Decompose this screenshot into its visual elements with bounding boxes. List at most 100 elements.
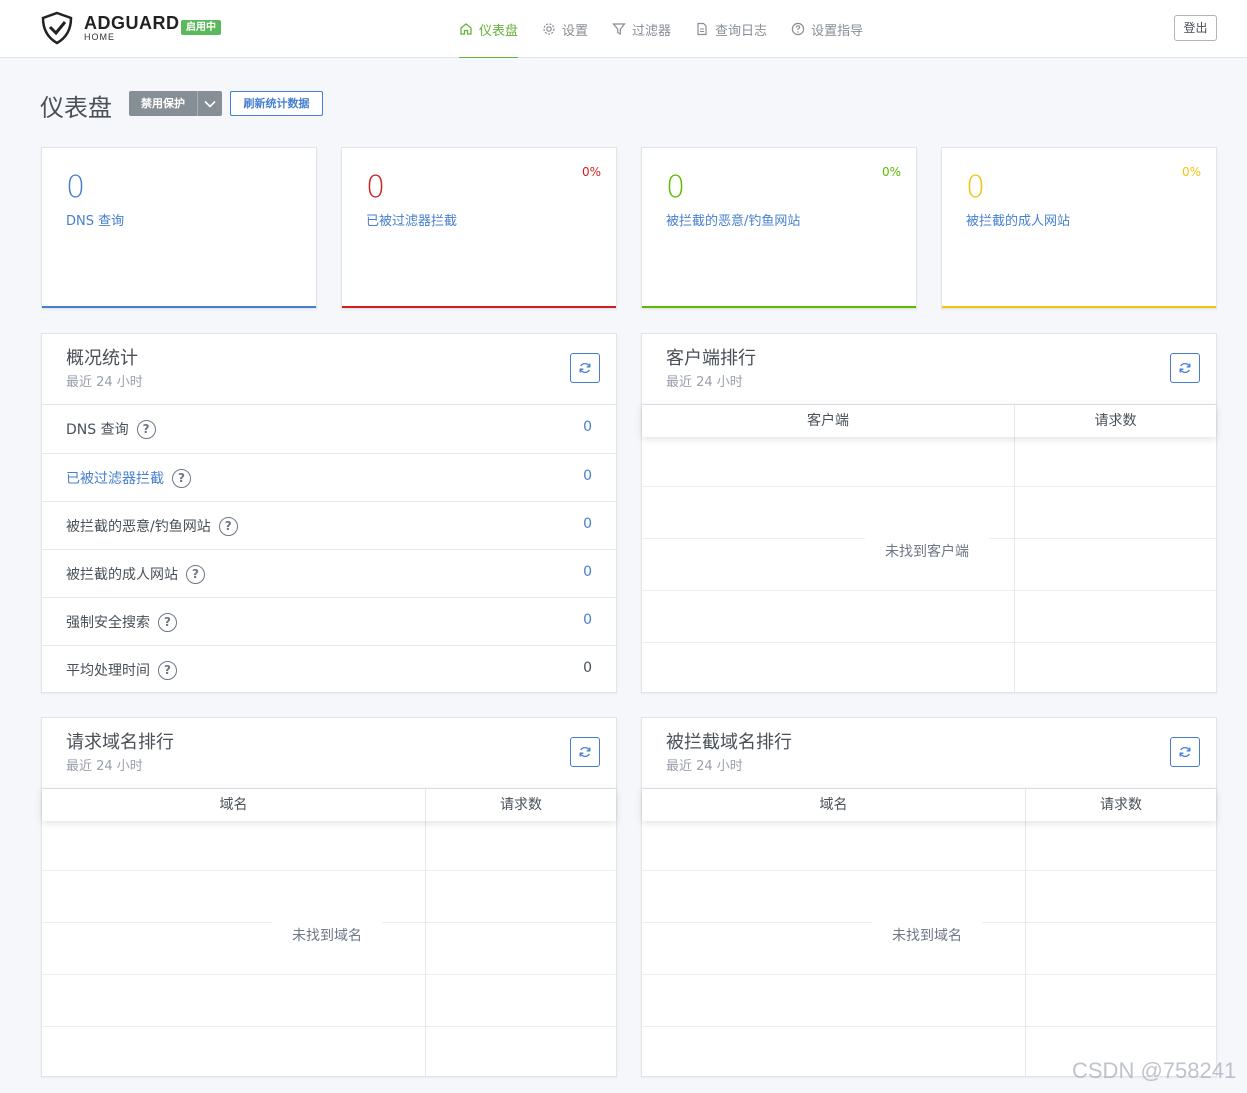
stat-bar [42,306,316,308]
disable-protection-label[interactable]: 禁用保护 [129,91,197,116]
refresh-icon [579,746,591,758]
row-label-text[interactable]: 已被过滤器拦截 [66,468,164,488]
stat-percent: 0% [1181,165,1201,179]
help-icon [791,22,805,36]
overview-stats-panel: 概况统计 最近 24 小时 DNS 查询? 0 已被过滤器拦截? 0 被拦截的恶… [41,333,617,693]
panel-title: 请求域名排行 [66,732,174,753]
stat-label[interactable]: 被拦截的恶意/钓鱼网站 [666,210,800,229]
row-value: 0 [583,468,592,484]
nav-settings-label: 设置 [562,23,589,39]
brand-subtitle: HOME [84,32,115,42]
stat-value: 0 [366,170,386,205]
panel-subtitle: 最近 24 小时 [66,759,143,774]
row-label-text: 强制安全搜索 [66,615,150,631]
question-icon[interactable]: ? [136,419,156,439]
column-header-domain[interactable]: 域名 [642,789,1025,821]
column-divider [1025,821,1026,1076]
column-divider [1014,437,1015,692]
stats-row: DNS 查询? 0 [42,405,616,453]
disable-protection-button[interactable]: 禁用保护 [129,91,222,116]
empty-message: 未找到域名 [272,921,382,951]
main-nav: 仪表盘 设置 过滤器 查询日志 设置指导 [459,0,887,58]
row-value: 0 [583,516,592,532]
row-label: 强制安全搜索? [66,612,177,632]
row-value: 0 [583,419,592,435]
table-row-line [42,1026,616,1027]
stats-row: 被拦截的成人网站? 0 [42,549,616,597]
panel-title: 概况统计 [66,348,138,369]
question-icon[interactable]: ? [158,612,177,632]
nav-query-log-label: 查询日志 [715,23,768,39]
refresh-icon [1179,362,1191,374]
stat-bar [942,306,1216,308]
top-blocked-domains-panel: 被拦截域名排行 最近 24 小时 未找到域名 域名 请求数 [641,717,1217,1077]
nav-settings[interactable]: 设置 [542,0,588,58]
table-row-line [642,974,1216,975]
row-label: 被拦截的成人网站? [66,564,205,584]
row-label-text: 平均处理时间 [66,663,150,679]
table-header: 域名 请求数 [42,789,616,821]
table-row-line [642,590,1216,591]
nav-filters[interactable]: 过滤器 [612,0,671,58]
table-row-line [42,974,616,975]
row-label: 被拦截的恶意/钓鱼网站? [66,516,238,536]
chevron-down-icon[interactable] [197,91,222,116]
page-title: 仪表盘 [40,94,112,122]
row-label-text: 被拦截的成人网站 [66,567,178,583]
column-header-client[interactable]: 客户端 [642,405,1014,437]
refresh-button[interactable] [1170,737,1200,767]
table-row-line [642,642,1216,643]
stats-row: 被拦截的恶意/钓鱼网站? 0 [42,501,616,549]
brand-name: ADGUARD [84,13,180,33]
logout-button[interactable]: 登出 [1174,15,1217,41]
stat-value: 0 [966,170,986,205]
table-body: 未找到客户端 [642,437,1216,692]
adguard-logo-icon[interactable] [40,11,74,45]
row-label: 平均处理时间? [66,660,177,680]
row-value: 0 [583,612,592,628]
refresh-icon [1179,746,1191,758]
stat-label[interactable]: 被拦截的成人网站 [966,210,1070,229]
panel-title: 客户端排行 [666,348,756,369]
gear-icon [543,23,555,35]
question-icon[interactable]: ? [158,660,177,680]
table-header: 域名 请求数 [642,789,1216,821]
row-value: 0 [583,564,592,580]
nav-setup-guide-label: 设置指导 [811,23,864,39]
stat-bar [342,306,616,308]
stat-label[interactable]: DNS 查询 [66,210,124,229]
stat-value: 0 [66,170,86,205]
row-label: DNS 查询? [66,419,156,439]
question-icon[interactable]: ? [218,516,238,536]
question-icon[interactable]: ? [172,468,191,488]
panel-subtitle: 最近 24 小时 [66,375,143,390]
top-queried-domains-panel: 请求域名排行 最近 24 小时 未找到域名 域名 请求数 [41,717,617,1077]
table-row-line [42,870,616,871]
stat-percent: 0% [581,165,601,179]
top-header: ADGUARD HOME 启用中 仪表盘 设置 过滤器 查询日志 设置指导 登出 [0,0,1247,58]
refresh-button[interactable] [570,353,600,383]
nav-setup-guide[interactable]: 设置指导 [791,0,863,58]
stat-value: 0 [666,170,686,205]
stat-bar [642,306,916,308]
refresh-stats-button[interactable]: 刷新统计数据 [230,91,323,116]
row-label-text: 被拦截的恶意/钓鱼网站 [66,519,211,535]
refresh-button[interactable] [1170,353,1200,383]
nav-dashboard[interactable]: 仪表盘 [459,0,519,58]
column-header-requests[interactable]: 请求数 [426,789,616,821]
stats-row: 强制安全搜索? 0 [42,597,616,645]
empty-message: 未找到域名 [872,921,982,951]
panel-title: 被拦截域名排行 [666,732,792,753]
top-clients-panel: 客户端排行 最近 24 小时 未找到客户端 客户端 请求数 [641,333,1217,693]
nav-query-log[interactable]: 查询日志 [695,0,767,58]
column-header-requests[interactable]: 请求数 [1026,789,1216,821]
row-label: 已被过滤器拦截? [66,468,191,488]
refresh-button[interactable] [570,737,600,767]
row-value: 0 [583,660,592,676]
question-icon[interactable]: ? [186,564,205,584]
column-header-requests[interactable]: 请求数 [1015,405,1216,437]
column-header-domain[interactable]: 域名 [42,789,425,821]
table-body: 未找到域名 [642,821,1216,1076]
table-header: 客户端 请求数 [642,405,1216,437]
stat-label[interactable]: 已被过滤器拦截 [366,210,457,229]
